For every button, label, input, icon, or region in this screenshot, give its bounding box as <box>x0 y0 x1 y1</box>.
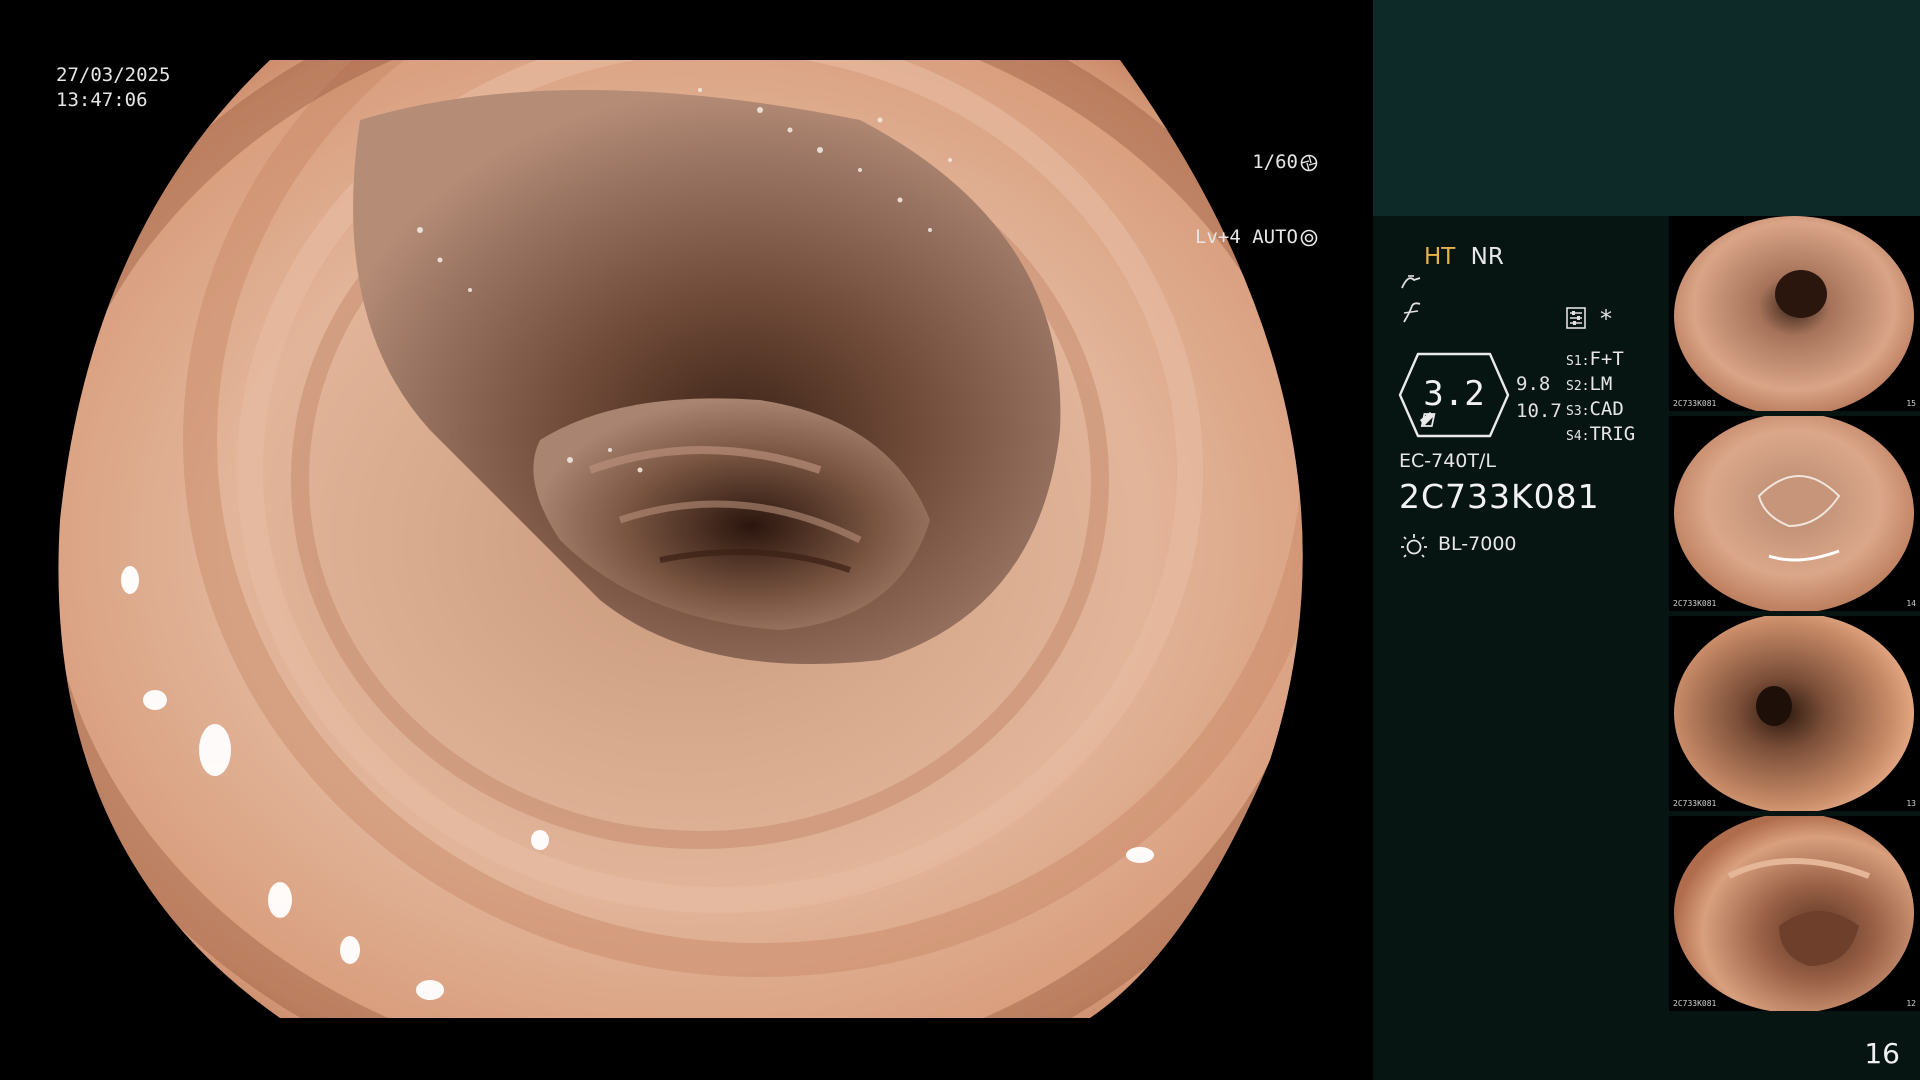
thumbnail-label: 2C733K081 <box>1673 999 1717 1008</box>
switch-s1: S1:F+T <box>1566 348 1624 370</box>
thumbnail-label: 2C733K081 <box>1673 799 1717 808</box>
light-source-label: BL-7000 <box>1438 533 1517 555</box>
exposure-readout: 1/60 Lv+4 AUTO <box>1195 100 1318 300</box>
switch-s4: S4:TRIG <box>1566 423 1635 445</box>
switch-s2: S2:LM <box>1566 373 1612 395</box>
settings-icon <box>1566 307 1586 329</box>
endoscope-image <box>58 60 1303 1018</box>
thumbnail-number: 14 <box>1906 599 1916 608</box>
thumbnail-3[interactable]: 2C733K081 13 <box>1669 616 1920 811</box>
switch-key: S4: <box>1566 429 1590 444</box>
thumbnail-1[interactable]: 2C733K081 15 <box>1669 216 1920 411</box>
shutter-speed-text: 1/60 <box>1252 151 1298 173</box>
switch-s3: S3:CAD <box>1566 398 1624 420</box>
switch-value: CAD <box>1589 398 1624 420</box>
measurement-1: 9.8 <box>1516 373 1551 395</box>
thumbnail-image <box>1674 216 1914 411</box>
enhance-icon <box>1403 302 1421 323</box>
panel-header-area <box>1373 0 1920 216</box>
capture-thumbnails: 2C733K081 15 2C733K081 14 2C733K081 13 2… <box>1669 216 1920 1016</box>
time-text: 13:47:06 <box>56 89 148 111</box>
thumbnail-label: 2C733K081 <box>1673 599 1717 608</box>
scope-model: EC-740T/L <box>1399 450 1496 472</box>
light-source-icon <box>1401 534 1427 558</box>
thumbnail-number: 12 <box>1906 999 1916 1008</box>
mode-nr-label: NR <box>1470 244 1504 270</box>
filter-icon <box>1401 275 1421 289</box>
measurement-2: 10.7 <box>1516 400 1562 422</box>
thumbnail-number: 13 <box>1906 799 1916 808</box>
date-text: 27/03/2025 <box>56 64 171 86</box>
zoom-value: 3.2 <box>1423 374 1485 414</box>
switch-value: TRIG <box>1589 423 1636 445</box>
switch-key: S2: <box>1566 379 1590 394</box>
thumbnail-number: 15 <box>1906 399 1916 408</box>
image-mode-indicator: HT NR <box>1424 244 1504 270</box>
thumbnail-image <box>1674 416 1914 611</box>
scope-serial: 2C733K081 <box>1399 477 1600 516</box>
datetime-display: 27/03/2025 13:47:06 <box>56 63 170 113</box>
switch-value: LM <box>1589 373 1613 395</box>
thumbnail-label: 2C733K081 <box>1673 399 1717 408</box>
thumbnail-4[interactable]: 2C733K081 12 <box>1669 816 1920 1011</box>
light-level-text: Lv+4 AUTO <box>1195 226 1298 248</box>
asterisk-indicator: * <box>1600 305 1612 333</box>
mode-ht-label: HT <box>1424 244 1456 270</box>
endoscope-main-view: 27/03/2025 13:47:06 1/60 Lv+4 AUTO <box>0 0 1373 1080</box>
thumbnail-image <box>1674 816 1914 1011</box>
image-count: 16 <box>1864 1037 1900 1070</box>
thumbnail-2[interactable]: 2C733K081 14 <box>1669 416 1920 611</box>
switch-value: F+T <box>1589 348 1624 370</box>
switch-key: S1: <box>1566 354 1590 369</box>
auto-iris-icon <box>1300 229 1318 246</box>
thumbnail-image <box>1674 616 1914 811</box>
switch-key: S3: <box>1566 404 1590 419</box>
shutter-icon <box>1300 154 1318 171</box>
